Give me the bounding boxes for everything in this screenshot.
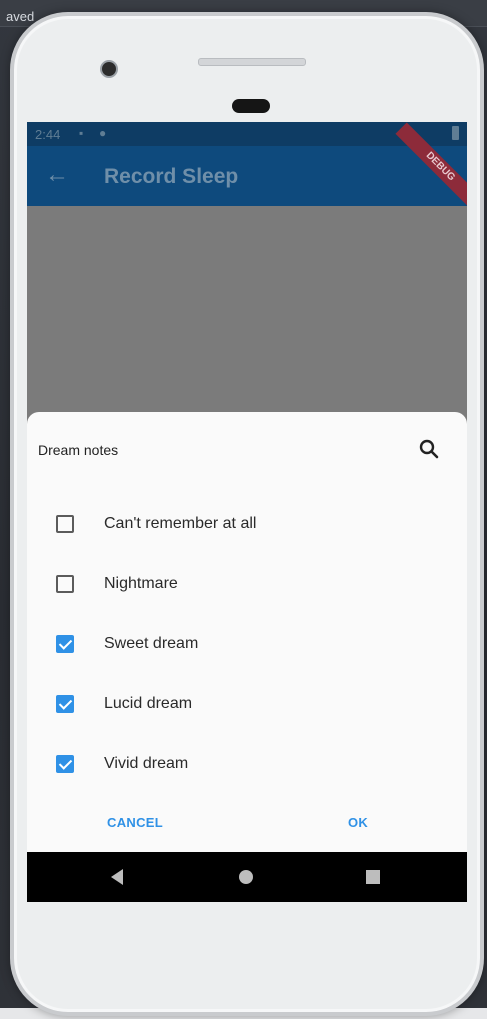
nav-recent-icon[interactable] — [366, 870, 380, 884]
ok-button[interactable]: OK — [348, 815, 368, 830]
checkbox-unchecked[interactable] — [56, 515, 74, 533]
checkbox-unchecked[interactable] — [56, 575, 74, 593]
checkbox-checked[interactable] — [56, 755, 74, 773]
option-label: Lucid dream — [104, 695, 193, 712]
option-vivid-dream[interactable]: Vivid dream — [27, 741, 467, 789]
option-cant-remember[interactable]: Can't remember at all — [27, 501, 467, 549]
cancel-button[interactable]: CANCEL — [107, 815, 163, 830]
option-label: Sweet dream — [104, 635, 199, 652]
option-label: Vivid dream — [104, 755, 189, 772]
sim-icon: ▪ — [79, 126, 84, 140]
option-label: Can't remember at all — [104, 515, 257, 532]
page-title: Record Sleep — [104, 165, 239, 188]
system-nav-bar — [27, 852, 467, 902]
battery-icon — [452, 126, 459, 140]
front-camera — [100, 60, 118, 78]
status-time: 2:44 — [35, 127, 61, 142]
option-label: Nightmare — [104, 575, 178, 592]
dialog-title: Dream notes — [38, 442, 119, 458]
host-status-label: aved — [6, 9, 35, 24]
proximity-sensor — [232, 99, 270, 113]
option-nightmare[interactable]: Nightmare — [27, 561, 467, 609]
nav-back-icon[interactable] — [111, 869, 123, 885]
earpiece-speaker — [198, 58, 306, 66]
checkbox-checked[interactable] — [56, 695, 74, 713]
nav-home-icon[interactable] — [239, 870, 253, 884]
dream-notes-dialog: Dream notes Can't remember at all Nightm… — [27, 412, 467, 852]
device-screen: 2:44 ▪ ● ← Record Sleep DEBUG Dream note… — [27, 122, 467, 902]
app-bar: ← Record Sleep DEBUG — [27, 122, 467, 212]
notification-icon: ● — [99, 126, 107, 140]
option-sweet-dream[interactable]: Sweet dream — [27, 621, 467, 669]
search-icon[interactable] — [416, 436, 442, 462]
arrow-back-icon[interactable]: ← — [45, 162, 71, 188]
option-lucid-dream[interactable]: Lucid dream — [27, 681, 467, 729]
checkbox-checked[interactable] — [56, 635, 74, 653]
